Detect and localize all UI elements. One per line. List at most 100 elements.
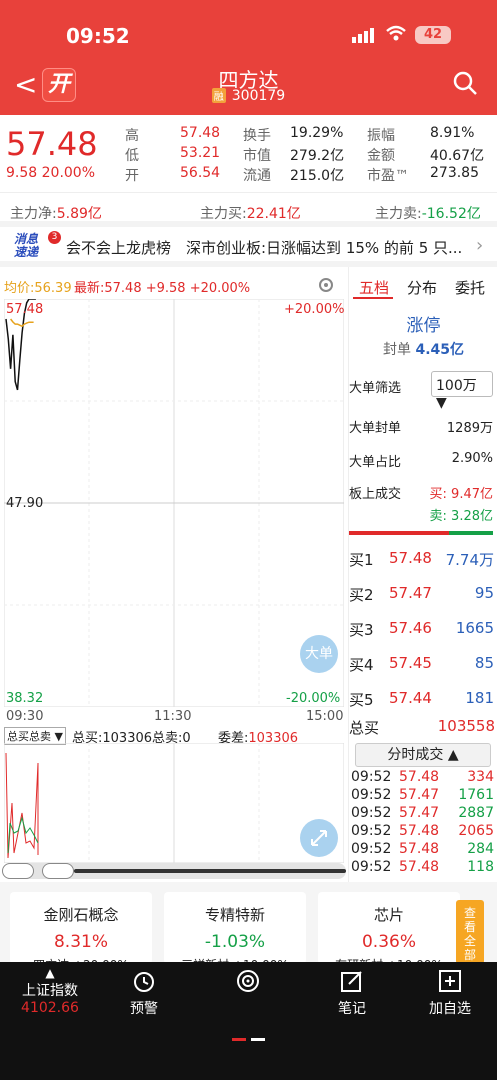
- scroll-handle-left[interactable]: [2, 863, 34, 879]
- order-book-panel: 五档 分布 委托 涨停 封单 4.45亿 大单筛选 100万 ▼ 大单封单 12…: [348, 267, 497, 882]
- concept-change: -1.03%: [204, 932, 266, 952]
- board-buy: 买: 9.47亿: [429, 487, 493, 502]
- quote-value: 279.2亿: [290, 148, 345, 164]
- tick-price: 57.48: [399, 769, 440, 785]
- tick-row: 09:52 57.47 1761: [349, 787, 497, 805]
- tick-qty: 2887: [458, 805, 494, 821]
- dadan-button[interactable]: 大单: [300, 635, 338, 673]
- main-buy: 主力买:22.41亿: [200, 206, 301, 222]
- bid-qty: 95: [474, 584, 494, 602]
- tab-wudang[interactable]: 五档: [359, 277, 389, 298]
- tab-notes[interactable]: 笔记: [302, 968, 402, 1018]
- news-badge: 消息 速递: [14, 232, 39, 259]
- last-price: 57.48: [6, 125, 98, 163]
- tick-price: 57.47: [399, 805, 440, 821]
- tab-add-watchlist[interactable]: 加自选: [400, 968, 497, 1018]
- bid-level: 买1: [349, 551, 374, 569]
- bid-qty: 85: [474, 654, 494, 672]
- expand-icon[interactable]: [300, 819, 338, 857]
- main-net: 主力净:5.89亿: [10, 206, 102, 222]
- tab-alert[interactable]: 预警: [94, 968, 194, 1018]
- news-count: 3: [48, 231, 61, 244]
- search-icon[interactable]: [452, 70, 478, 96]
- bid-level: 买2: [349, 586, 374, 604]
- tick-time: 09:52: [351, 805, 392, 821]
- scroll-handle-right[interactable]: [42, 863, 74, 879]
- volume-plot: [4, 743, 344, 863]
- concept-card[interactable]: 专精特新-1.03%三祥新材 +10.00%: [164, 892, 306, 966]
- concept-name: 专精特新: [204, 906, 265, 924]
- quote-value: 215.0亿: [290, 168, 345, 184]
- tick-time: 09:52: [351, 859, 392, 875]
- bid-qty: 181: [465, 689, 494, 707]
- big-ratio-value: 2.90%: [451, 451, 493, 466]
- price-change: 9.58 20.00%: [6, 165, 96, 181]
- time-start: 09:30: [6, 709, 44, 724]
- margin-badge: 融: [211, 88, 226, 103]
- edit-icon: [341, 971, 362, 992]
- tick-time: 09:52: [351, 769, 392, 785]
- time-scrollbar[interactable]: [2, 863, 346, 879]
- tick-qty: 334: [467, 769, 494, 785]
- tab-weituo[interactable]: 委托: [455, 277, 485, 298]
- quote-value: 40.67亿: [430, 148, 485, 164]
- intraday-chart[interactable]: 均价:56.39 最新:57.48 +9.58 +20.00% 57.48 +2…: [0, 267, 348, 882]
- status-bar: 09:52 42: [0, 0, 497, 60]
- bid-row: 买2 57.47 95: [349, 578, 497, 608]
- ticks-toggle[interactable]: 分时成交 ▲: [355, 743, 491, 767]
- total-buy-value: 103558: [437, 717, 495, 735]
- tick-qty: 1761: [458, 787, 494, 803]
- chevron-right-icon[interactable]: ›: [476, 235, 483, 256]
- avg-price: 均价:56.39: [4, 281, 72, 296]
- bid-row: 买3 57.46 1665: [349, 613, 497, 643]
- stock-code-line: 融 300179: [0, 88, 497, 104]
- concept-card[interactable]: 芯片0.36%有研新材 +10.00%: [318, 892, 460, 966]
- bid-qty: 7.74万: [445, 551, 494, 569]
- big-seal-value: 1289万: [446, 421, 493, 436]
- quote-value: 8.91%: [430, 125, 475, 141]
- quote-label: 市值: [243, 148, 271, 164]
- see-all-button[interactable]: 查看全部: [456, 900, 484, 964]
- news-ticker[interactable]: 消息 速递 3 会不会上龙虎榜 深市创业板:日涨幅达到 15% 的前 5 只...…: [0, 227, 497, 267]
- low-price: 38.32: [6, 691, 44, 706]
- tick-qty: 118: [467, 859, 494, 875]
- gear-icon[interactable]: [316, 275, 336, 295]
- top-pct: +20.00%: [284, 302, 345, 317]
- tick-time: 09:52: [351, 841, 392, 857]
- concept-change: 8.31%: [53, 932, 108, 952]
- avg-line: [10, 318, 34, 328]
- index-ticker[interactable]: ▲ 上证指数 4102.66: [0, 966, 100, 1016]
- tick-row: 09:52 57.47 2887: [349, 805, 497, 823]
- filter-label: 大单筛选: [349, 381, 402, 396]
- quote-panel: 57.48 9.58 20.00% 高 57.48 换手 19.29% 振幅 8.91% 低…: [0, 115, 497, 193]
- seal-order: 封单 4.45亿: [383, 342, 464, 358]
- concept-strip: 金刚石概念8.31%四方达 +20.00%专精特新-1.03%三祥新材 +10.…: [0, 882, 497, 966]
- quote-label: 流通: [243, 168, 271, 184]
- bid-level: 买5: [349, 691, 374, 709]
- quote-value: 53.21: [180, 145, 221, 161]
- concept-card[interactable]: 金刚石概念8.31%四方达 +20.00%: [10, 892, 152, 966]
- tick-price: 57.48: [399, 859, 440, 875]
- news-item[interactable]: 深市创业板:日涨幅达到 15% 的前 5 只...: [186, 237, 462, 258]
- latest-price: 最新:57.48 +9.58 +20.00%: [74, 281, 251, 296]
- tick-price: 57.48: [399, 823, 440, 839]
- quote-value: 19.29%: [290, 125, 344, 141]
- tick-row: 09:52 57.48 334: [349, 769, 497, 787]
- tab-target[interactable]: [198, 968, 298, 998]
- news-item[interactable]: 会不会上龙虎榜: [66, 237, 171, 258]
- quote-label: 低: [125, 148, 139, 164]
- tab-fenbu[interactable]: 分布: [407, 277, 437, 298]
- board-sell: 卖: 3.28亿: [429, 509, 493, 524]
- concept-name: 金刚石概念: [43, 906, 119, 924]
- tick-time: 09:52: [351, 823, 392, 839]
- alarm-icon: [134, 972, 154, 992]
- filter-dropdown[interactable]: 100万 ▼: [431, 371, 493, 411]
- big-ratio-label: 大单占比: [349, 455, 402, 470]
- time-end: 15:00: [306, 709, 344, 724]
- wifi-icon: [386, 25, 406, 41]
- quote-value: 57.48: [180, 125, 221, 141]
- bid-level: 买3: [349, 621, 374, 639]
- signal-icon: [352, 28, 374, 43]
- mid-price: 47.90: [6, 496, 44, 511]
- board-trade-label: 板上成交: [349, 487, 402, 502]
